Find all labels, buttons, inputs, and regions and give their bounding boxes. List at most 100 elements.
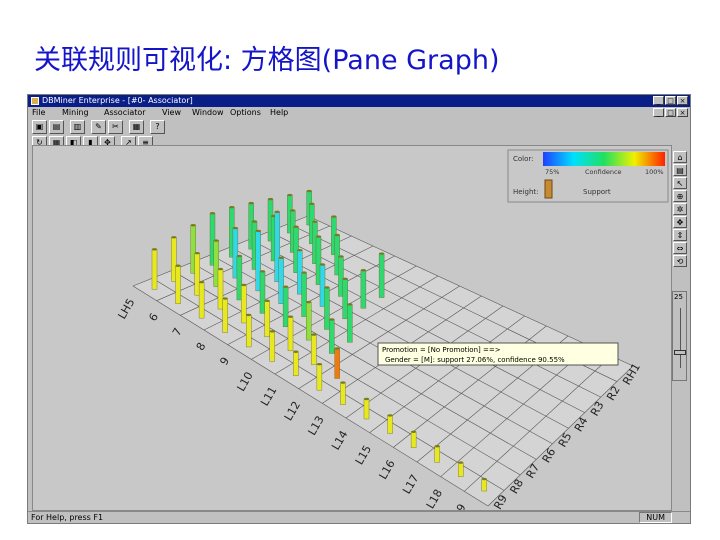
rule-bar[interactable] — [282, 286, 289, 327]
home-icon[interactable]: ⌂ — [673, 151, 687, 163]
scale-icon[interactable]: ⇔ — [673, 242, 687, 254]
print-icon[interactable]: ▦ — [129, 120, 144, 134]
reset-icon[interactable]: ⟲ — [673, 255, 687, 267]
child-restore-button[interactable]: □ — [665, 108, 676, 117]
rule-bar-cap — [199, 280, 205, 284]
rule-bar[interactable] — [387, 415, 393, 434]
rule-bar-cap — [293, 225, 299, 228]
left-axis-label: L15 — [353, 443, 374, 467]
rule-bar-cap — [210, 212, 215, 215]
rule-bar[interactable] — [241, 284, 247, 324]
child-close-button[interactable]: × — [677, 108, 688, 117]
pane-graph-canvas[interactable]: LH56789L10L11L12L13L14L15L16L17L18L19 RH… — [33, 146, 672, 511]
rule-bar-cap — [246, 313, 252, 317]
zoom-slider[interactable]: 25 — [672, 291, 687, 381]
rule-bar-cap — [309, 202, 315, 206]
rule-bar[interactable] — [259, 271, 266, 314]
left-axis-label: L19 — [447, 502, 468, 511]
rule-bar[interactable] — [481, 478, 487, 492]
left-axis-label: LH5 — [115, 296, 137, 321]
rule-bar[interactable] — [293, 351, 299, 376]
rule-bar[interactable] — [360, 270, 367, 309]
rule-bar[interactable] — [269, 331, 275, 362]
rule-bar[interactable] — [342, 278, 348, 320]
rule-bar-cap — [347, 303, 353, 306]
child-minimize-button[interactable]: _ — [653, 108, 664, 117]
database-icon[interactable]: ▤ — [49, 120, 64, 134]
menu-file[interactable]: File — [32, 107, 45, 119]
rule-bar-cap — [264, 299, 270, 303]
left-axis-label: 9 — [217, 355, 232, 368]
help-icon[interactable]: ? — [150, 120, 165, 134]
pointer-icon[interactable]: ↖ — [673, 177, 687, 189]
rule-bar-cap — [287, 193, 293, 197]
cube-icon[interactable]: ▣ — [32, 120, 47, 134]
rule-bar[interactable] — [301, 272, 307, 317]
rule-bar[interactable] — [316, 363, 323, 391]
maximize-button[interactable]: □ — [665, 96, 676, 105]
rule-bar[interactable] — [306, 301, 312, 341]
rule-bar[interactable] — [410, 431, 417, 448]
rule-bar-cap — [194, 251, 200, 255]
cut-icon[interactable]: ✂ — [108, 120, 123, 134]
tilt-icon[interactable]: ⇕ — [673, 229, 687, 241]
rule-bar[interactable] — [175, 265, 181, 304]
rule-bar[interactable] — [334, 348, 340, 379]
rule-bar-cap — [334, 347, 340, 350]
pan-icon[interactable]: ✥ — [673, 216, 687, 228]
rule-bar-cap — [190, 224, 196, 227]
legend-height-label: Height: — [513, 188, 539, 196]
rule-bar-cap — [411, 430, 417, 433]
window-title: DBMiner Enterprise - [#0- Associator] — [42, 96, 193, 105]
rule-bar[interactable] — [340, 382, 346, 405]
menu-window[interactable]: Window — [192, 107, 224, 119]
rule-bar[interactable] — [347, 304, 353, 343]
zoom-track — [680, 308, 681, 368]
legend-color-label: Color: — [513, 155, 534, 163]
table-icon[interactable]: ▥ — [70, 120, 85, 134]
minimize-button[interactable]: _ — [653, 96, 664, 105]
menu-view[interactable]: View — [162, 107, 181, 119]
rule-bar[interactable] — [363, 398, 370, 420]
rule-bar[interactable] — [324, 287, 330, 330]
pane-graph-view[interactable]: LH56789L10L11L12L13L14L15L16L17L18L19 RH… — [32, 145, 672, 511]
rule-bar[interactable] — [434, 446, 440, 463]
rule-bar[interactable] — [458, 462, 464, 477]
legend-height-bar — [544, 179, 553, 199]
rule-bar[interactable] — [311, 334, 317, 365]
menu-options[interactable]: Options — [230, 107, 261, 119]
rule-bar[interactable] — [246, 314, 252, 348]
rule-bar[interactable] — [151, 249, 158, 290]
rule-bar-cap — [324, 286, 330, 289]
rule-bar-cap — [213, 239, 219, 242]
rule-bar[interactable] — [378, 253, 385, 298]
left-axis-label: L18 — [424, 487, 445, 511]
rule-bar-cap — [175, 264, 181, 267]
open-icon[interactable]: ▤ — [673, 164, 687, 176]
rule-bar-cap — [241, 283, 247, 287]
rule-bar[interactable] — [217, 268, 224, 310]
main-toolbar: ▣ ▤ ▥ ✎ ✂ ▦ ? — [32, 120, 165, 135]
rule-bar-cap — [316, 235, 321, 238]
rule-bar[interactable] — [222, 298, 228, 333]
rule-bar[interactable] — [198, 281, 205, 319]
rule-bar-cap — [306, 189, 312, 193]
menu-help[interactable]: Help — [270, 107, 288, 119]
rule-bar-cap — [320, 263, 325, 266]
rule-bar[interactable] — [329, 319, 335, 354]
slide-title: 关联规则可视化: 方格图(Pane Graph) — [34, 45, 500, 76]
rule-bar[interactable] — [264, 300, 270, 338]
zoom-icon[interactable]: ⊕ — [673, 190, 687, 202]
menu-associator[interactable]: Associator — [104, 107, 146, 119]
rule-tooltip: Promotion = [No Promotion] ==> Gender = … — [377, 342, 619, 366]
left-axis-label: L16 — [376, 458, 397, 482]
pencil-icon[interactable]: ✎ — [91, 120, 106, 134]
rule-bar-cap — [269, 330, 275, 333]
menu-mining[interactable]: Mining — [62, 107, 89, 119]
rule-bar-cap — [222, 297, 228, 300]
zoom-thumb[interactable] — [674, 350, 686, 355]
rule-bar[interactable] — [287, 316, 294, 351]
left-axis-label: 6 — [146, 311, 161, 324]
close-button[interactable]: × — [677, 96, 688, 105]
spin-icon[interactable]: ✲ — [673, 203, 687, 215]
